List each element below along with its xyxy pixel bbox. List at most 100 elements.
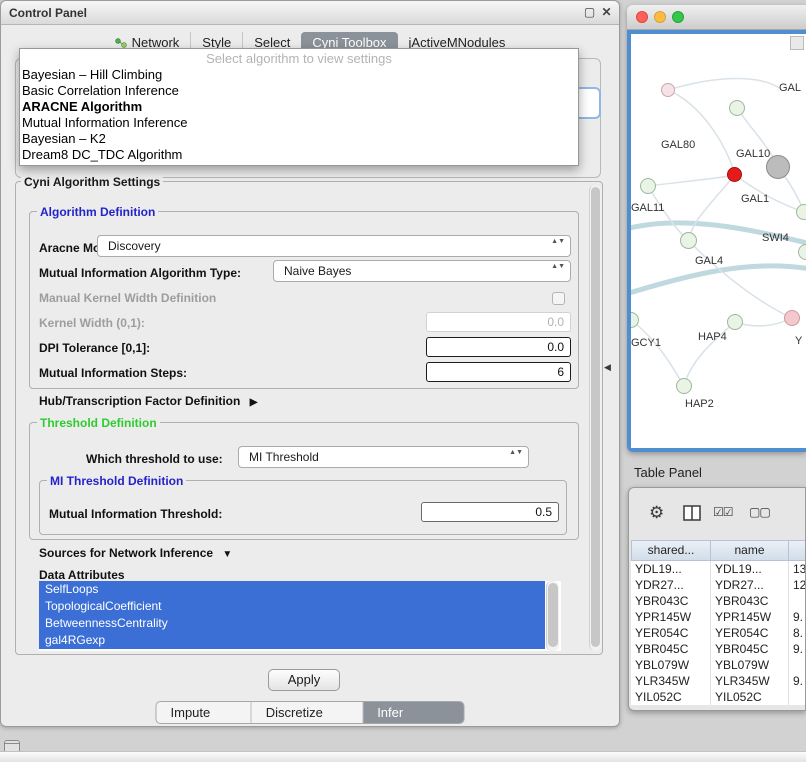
hub-definition-label: Hub/Transcription Factor Definition bbox=[39, 394, 240, 408]
dpi-tolerance-field[interactable] bbox=[426, 337, 571, 357]
aracne-mode-select[interactable]: Discovery ▲▼ bbox=[97, 235, 571, 257]
table-cell: YDR27... bbox=[631, 577, 711, 593]
node-label: GAL10 bbox=[736, 148, 770, 160]
dropdown-item-selected[interactable]: ARACNE Algorithm bbox=[20, 99, 578, 115]
table-cell: YER054C bbox=[631, 625, 711, 641]
tab-infer-network[interactable]: Infer Network bbox=[362, 702, 463, 723]
table-cell bbox=[789, 593, 806, 609]
node-label: HAP2 bbox=[685, 398, 714, 410]
panel-collapse-icon[interactable]: ◀ bbox=[604, 362, 611, 373]
dropdown-item[interactable]: Mutual Information Inference bbox=[20, 115, 578, 131]
table-row[interactable]: YBR043C YBR043C bbox=[631, 593, 806, 609]
canvas-corner-box[interactable] bbox=[790, 36, 804, 50]
manual-kernel-checkbox[interactable] bbox=[552, 292, 565, 305]
cyni-settings-legend: Cyni Algorithm Settings bbox=[21, 175, 163, 189]
table-cell bbox=[789, 657, 806, 673]
attribute-item-selected[interactable]: SelfLoops bbox=[39, 581, 545, 598]
expand-right-icon: ▶ bbox=[250, 397, 258, 408]
hub-definition-toggle[interactable]: Hub/Transcription Factor Definition ▶ bbox=[39, 394, 257, 408]
control-panel-titlebar: Control Panel ▢ ✕ bbox=[1, 1, 619, 25]
table-cell: YDR27... bbox=[711, 577, 789, 593]
settings-scrollbar-thumb[interactable] bbox=[591, 187, 600, 647]
table-row[interactable]: YLR345W YLR345W 9. bbox=[631, 673, 806, 689]
table-header-cell[interactable] bbox=[789, 540, 806, 561]
network-canvas[interactable]: GAL GAL80 GAL10 GAL1 GAL11 SWI4 GAL4 GCY… bbox=[631, 34, 806, 448]
zoom-button[interactable] bbox=[672, 11, 684, 23]
table-row[interactable]: YDR27... YDR27... 12 bbox=[631, 577, 806, 593]
table-cell: YDL19... bbox=[631, 561, 711, 577]
attribute-item-selected[interactable]: TopologicalCoefficient bbox=[39, 598, 545, 615]
attribute-list-scrollbar-thumb[interactable] bbox=[548, 583, 558, 647]
table-cell: YPR145W bbox=[711, 609, 789, 625]
dropdown-item[interactable]: Basic Correlation Inference bbox=[20, 83, 578, 99]
close-icon[interactable]: ✕ bbox=[599, 5, 614, 20]
deselect-all-icon[interactable]: ▢▢ bbox=[749, 505, 770, 519]
network-node[interactable] bbox=[784, 310, 800, 326]
columns-icon[interactable] bbox=[683, 505, 701, 521]
network-node-gal4[interactable] bbox=[680, 232, 697, 249]
attribute-item-selected[interactable]: BetweennessCentrality bbox=[39, 615, 545, 632]
network-node-hap2[interactable] bbox=[676, 378, 692, 394]
select-all-icon[interactable]: ☑☑ bbox=[713, 505, 733, 519]
table-row[interactable]: YPR145W YPR145W 9. bbox=[631, 609, 806, 625]
kernel-width-field[interactable] bbox=[426, 312, 571, 332]
which-threshold-select[interactable]: MI Threshold ▲▼ bbox=[238, 446, 529, 468]
table-cell: 9. bbox=[789, 673, 806, 689]
apply-button[interactable]: Apply bbox=[268, 669, 340, 691]
bottom-strip bbox=[0, 751, 806, 762]
sources-toggle[interactable]: Sources for Network Inference ▼ bbox=[39, 546, 232, 560]
table-header-cell[interactable]: name bbox=[711, 540, 789, 561]
mi-type-select[interactable]: Naive Bayes ▲▼ bbox=[273, 260, 571, 282]
table-row[interactable]: YER054C YER054C 8. bbox=[631, 625, 806, 641]
tab-impute-data[interactable]: Impute Data bbox=[157, 702, 251, 723]
attribute-item-selected[interactable]: gal4RGexp bbox=[39, 632, 545, 649]
control-panel-window: Control Panel ▢ ✕ Network Style Select C… bbox=[0, 0, 620, 727]
tab-discretize-data[interactable]: Discretize Data bbox=[251, 702, 362, 723]
combo-arrows-icon: ▲▼ bbox=[551, 238, 565, 246]
table-cell: YIL052C bbox=[631, 689, 711, 705]
close-button[interactable] bbox=[636, 11, 648, 23]
table-panel-window: ⚙ ☑☑ ▢▢ shared... name YDL19... YDL19...… bbox=[628, 487, 806, 711]
mi-threshold-label: Mutual Information Threshold: bbox=[49, 507, 222, 521]
table-cell: YBR045C bbox=[631, 641, 711, 657]
table-cell: 8. bbox=[789, 625, 806, 641]
dropdown-item[interactable]: Bayesian – K2 bbox=[20, 131, 578, 147]
table-row[interactable]: YDL19... YDL19... 13 bbox=[631, 561, 806, 577]
mi-threshold-field[interactable] bbox=[421, 502, 559, 522]
network-node-hap4[interactable] bbox=[727, 314, 743, 330]
mi-threshold-legend: MI Threshold Definition bbox=[47, 474, 186, 488]
table-row[interactable]: YIL052C YIL052C bbox=[631, 689, 806, 705]
network-node-gal11[interactable] bbox=[640, 178, 656, 194]
sources-label: Sources for Network Inference bbox=[39, 546, 213, 560]
table-header-cell[interactable]: shared... bbox=[631, 540, 711, 561]
mi-type-value: Naive Bayes bbox=[284, 264, 351, 278]
network-window-titlebar bbox=[627, 5, 806, 30]
which-threshold-value: MI Threshold bbox=[249, 450, 319, 464]
table-row[interactable]: YBR045C YBR045C 9. bbox=[631, 641, 806, 657]
table-cell: YBR043C bbox=[631, 593, 711, 609]
settings-scrollbar[interactable] bbox=[589, 185, 601, 651]
network-node[interactable] bbox=[796, 204, 806, 220]
dropdown-item[interactable]: Bayesian – Hill Climbing bbox=[20, 67, 578, 83]
gear-icon[interactable]: ⚙ bbox=[649, 503, 664, 523]
minimize-button[interactable] bbox=[654, 11, 666, 23]
attribute-list-scrollbar[interactable] bbox=[546, 581, 559, 651]
restore-icon[interactable]: ▢ bbox=[582, 5, 597, 20]
table-cell: 9. bbox=[789, 641, 806, 657]
table-cell: YER054C bbox=[711, 625, 789, 641]
network-node[interactable] bbox=[729, 100, 745, 116]
network-node[interactable] bbox=[661, 83, 675, 97]
table-cell: YIL052C bbox=[711, 689, 789, 705]
table-cell: YPR145W bbox=[631, 609, 711, 625]
network-node-gal10-highlighted[interactable] bbox=[727, 167, 742, 182]
table-cell: YBR043C bbox=[711, 593, 789, 609]
node-label: GAL80 bbox=[661, 139, 695, 151]
mi-steps-field[interactable] bbox=[426, 362, 571, 382]
dropdown-item[interactable]: Dream8 DC_TDC Algorithm bbox=[20, 147, 578, 163]
node-label: GCY1 bbox=[631, 337, 661, 349]
node-label: Y bbox=[795, 335, 802, 347]
table-row[interactable]: YBL079W YBL079W bbox=[631, 657, 806, 673]
algorithm-dropdown-popup: Select algorithm to view settings Bayesi… bbox=[19, 48, 579, 166]
node-label: GAL11 bbox=[631, 202, 664, 214]
kernel-width-label: Kernel Width (0,1): bbox=[39, 316, 145, 330]
